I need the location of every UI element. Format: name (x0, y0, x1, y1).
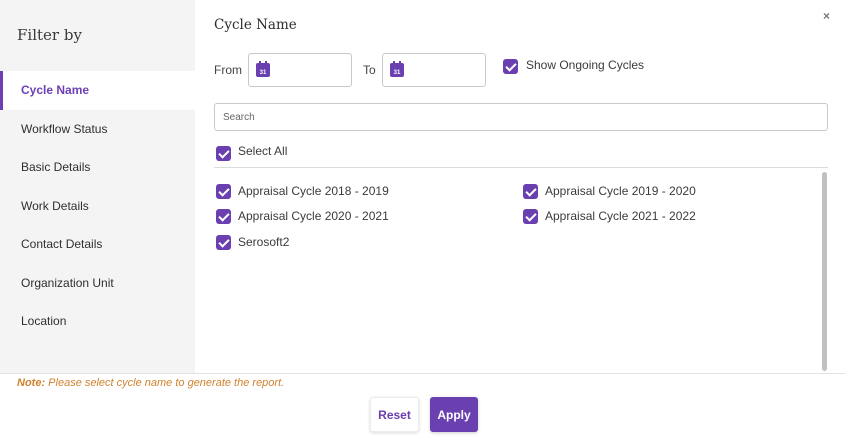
cycle-checkbox[interactable] (523, 209, 538, 224)
calendar-icon-text: 31 (393, 70, 401, 76)
divider (214, 167, 828, 168)
to-label: To (363, 63, 376, 77)
cycle-label: Appraisal Cycle 2018 - 2019 (238, 184, 389, 198)
cycle-checkbox[interactable] (216, 209, 231, 224)
apply-button[interactable]: Apply (430, 397, 478, 432)
sidebar-title: Filter by (17, 26, 82, 44)
cycle-label: Appraisal Cycle 2019 - 2020 (545, 184, 696, 198)
cycle-checkbox[interactable] (523, 184, 538, 199)
calendar-icon[interactable]: 31 (390, 61, 404, 77)
sidebar-item-workflow-status[interactable]: Workflow Status (0, 110, 195, 149)
note-prefix: Note: (17, 377, 46, 389)
show-ongoing-label: Show Ongoing Cycles (526, 58, 645, 72)
footer-divider (0, 373, 845, 374)
calendar-icon[interactable]: 31 (256, 61, 270, 77)
sidebar-item-basic-details[interactable]: Basic Details (0, 148, 195, 187)
from-date-field[interactable]: 31 (248, 53, 352, 87)
sidebar-item-cycle-name[interactable]: Cycle Name (0, 71, 195, 110)
search-input[interactable] (214, 103, 828, 131)
from-label: From (214, 63, 242, 77)
cycle-checkbox[interactable] (216, 235, 231, 250)
cycle-checkbox[interactable] (216, 184, 231, 199)
to-date-field[interactable]: 31 (382, 53, 486, 87)
cycle-label: Appraisal Cycle 2020 - 2021 (238, 209, 389, 223)
scrollbar[interactable] (822, 172, 827, 371)
panel-title: Cycle Name (214, 17, 297, 33)
select-all-checkbox[interactable] (216, 146, 231, 161)
cycle-label: Appraisal Cycle 2021 - 2022 (545, 209, 696, 223)
show-ongoing-checkbox[interactable] (503, 59, 518, 74)
sidebar-item-organization-unit[interactable]: Organization Unit (0, 264, 195, 303)
sidebar-item-work-details[interactable]: Work Details (0, 187, 195, 226)
close-icon[interactable]: × (823, 9, 830, 23)
reset-button[interactable]: Reset (370, 397, 419, 432)
select-all-label: Select All (238, 144, 288, 158)
cycle-label: Serosoft2 (238, 235, 290, 249)
sidebar-item-contact-details[interactable]: Contact Details (0, 225, 195, 264)
filter-sidebar: Filter by Cycle Name Workflow Status Bas… (0, 0, 195, 373)
filter-category-list: Cycle Name Workflow Status Basic Details… (0, 71, 195, 341)
calendar-icon-text: 31 (259, 70, 267, 76)
note-text: Please select cycle name to generate the… (48, 377, 285, 389)
report-note: Note: Please select cycle name to genera… (17, 377, 284, 389)
sidebar-item-location[interactable]: Location (0, 302, 195, 341)
